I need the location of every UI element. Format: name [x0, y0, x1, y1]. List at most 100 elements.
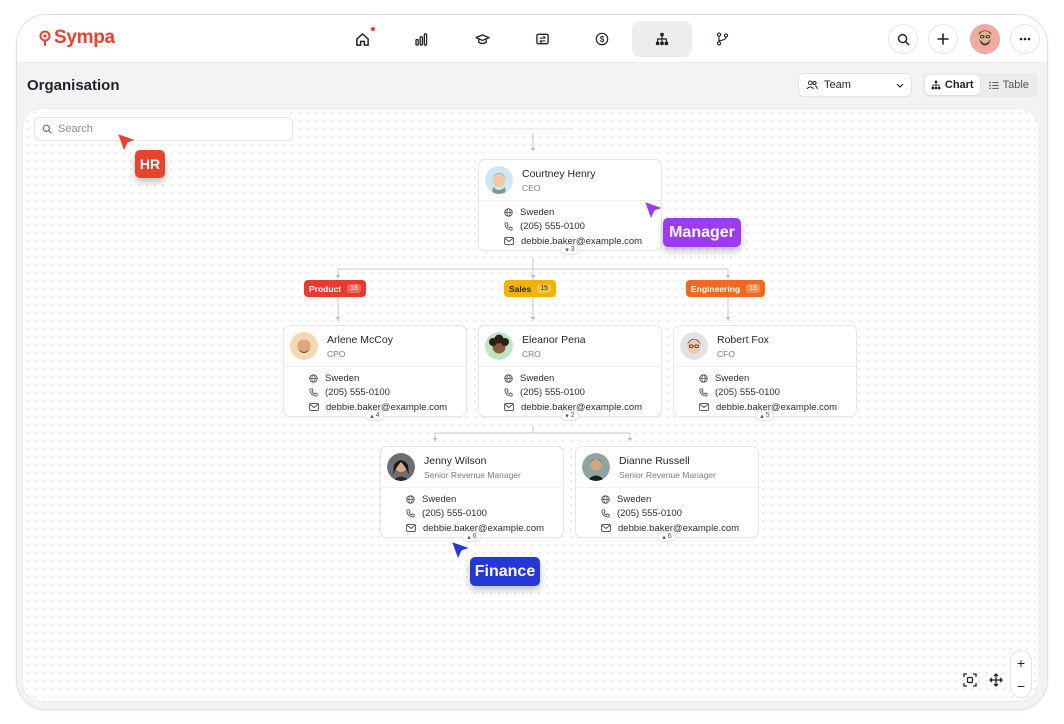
user-avatar[interactable]	[970, 24, 1000, 54]
org-chart-icon	[931, 80, 941, 90]
department-count: 15	[347, 284, 361, 293]
department-product[interactable]: Product 15	[304, 280, 366, 297]
person-phone: (205) 555-0100	[422, 508, 487, 520]
list-icon	[988, 81, 999, 89]
phone-icon	[309, 388, 318, 397]
person-name: Courtney Henry	[522, 167, 596, 180]
person-role: CPO	[327, 348, 346, 359]
nav-organisation[interactable]	[632, 21, 692, 57]
person-card-cfo[interactable]: Robert Fox CFO Sweden (205) 555-0100 deb…	[673, 325, 857, 421]
phone-icon	[406, 509, 415, 518]
direct-reports-count: 5	[765, 412, 770, 419]
app-window: Sympa $ Organisation Team Chart Table Se…	[16, 14, 1048, 710]
table-view-button[interactable]: Table	[982, 75, 1037, 95]
globe-icon	[699, 374, 708, 383]
page-title: Organisation	[27, 77, 120, 94]
git-branch-icon	[716, 32, 728, 46]
globe-icon	[406, 495, 415, 504]
avatar	[387, 453, 415, 481]
chevron-up-icon: ▴	[370, 412, 374, 420]
direct-reports-toggle[interactable]: ▾ 2	[560, 410, 580, 421]
direct-reports-toggle[interactable]: ▴ 4	[365, 410, 385, 421]
person-role: Senior Revenue Manager	[619, 469, 716, 480]
pan-button[interactable]	[987, 671, 1005, 689]
nav-learning[interactable]	[452, 21, 512, 57]
more-options-button[interactable]	[1010, 24, 1040, 54]
person-name: Eleanor Pena	[522, 333, 586, 346]
org-chart-icon	[655, 32, 669, 46]
department-engineering[interactable]: Engineering 15	[686, 280, 765, 297]
main-nav: $	[332, 21, 752, 57]
person-role: CFO	[717, 348, 735, 359]
person-name: Dianne Russell	[619, 454, 690, 467]
person-email[interactable]: debbie.baker@example.com	[423, 523, 544, 534]
person-card-ceo[interactable]: Courtney Henry CEO Sweden (205) 555-0100…	[478, 159, 662, 255]
person-phone: (205) 555-0100	[520, 387, 585, 399]
person-phone: (205) 555-0100	[325, 387, 390, 399]
zoom-out-button[interactable]: −	[1017, 678, 1025, 694]
add-button[interactable]	[928, 24, 958, 54]
nav-workflows[interactable]	[692, 21, 752, 57]
mail-icon	[406, 524, 416, 533]
nav-analytics[interactable]	[392, 21, 452, 57]
nav-transfers[interactable]	[512, 21, 572, 57]
nav-payroll[interactable]: $	[572, 21, 632, 57]
sympa-logo[interactable]: Sympa	[39, 27, 115, 49]
person-card-jenny-wilson[interactable]: Jenny Wilson Senior Revenue Manager Swed…	[380, 446, 564, 542]
avatar	[485, 332, 513, 360]
team-select[interactable]: Team	[798, 73, 912, 97]
person-role: Senior Revenue Manager	[424, 469, 521, 480]
person-email[interactable]: debbie.baker@example.com	[521, 236, 642, 247]
person-card-cro[interactable]: Eleanor Pena CRO Sweden (205) 555-0100 d…	[478, 325, 662, 421]
chevron-down-icon: ▾	[565, 246, 569, 254]
person-role: CRO	[522, 348, 541, 359]
finance-cursor-label: Finance	[470, 557, 540, 586]
mail-icon	[504, 237, 514, 246]
person-email[interactable]: debbie.baker@example.com	[618, 523, 739, 534]
table-view-label: Table	[1002, 79, 1029, 91]
direct-reports-toggle[interactable]: ▴ 6	[657, 531, 677, 542]
org-chart-canvas[interactable]: Search Courtney Henry CEO Sweden (205) 5…	[22, 108, 1039, 702]
person-phone: (205) 555-0100	[617, 508, 682, 520]
chevron-up-icon: ▴	[760, 412, 764, 420]
notification-dot	[371, 27, 375, 31]
department-sales[interactable]: Sales 15	[504, 280, 557, 297]
mail-icon	[699, 403, 709, 412]
avatar	[290, 332, 318, 360]
avatar	[485, 166, 513, 194]
person-country: Sweden	[520, 372, 555, 384]
phone-icon	[699, 388, 708, 397]
zoom-in-button[interactable]: +	[1017, 655, 1025, 671]
mail-icon	[309, 403, 319, 412]
person-country: Sweden	[715, 372, 750, 384]
department-count: 15	[537, 284, 552, 293]
department-count: 15	[746, 284, 760, 293]
users-icon	[806, 80, 818, 90]
avatar	[680, 332, 708, 360]
globe-icon	[309, 374, 318, 383]
globe-icon	[504, 374, 513, 383]
nav-home[interactable]	[332, 21, 392, 57]
department-label: Product	[309, 283, 342, 294]
phone-icon	[504, 388, 513, 397]
direct-reports-toggle[interactable]: ▾ 3	[560, 244, 580, 255]
direct-reports-count: 3	[570, 246, 575, 253]
chart-view-button[interactable]: Chart	[925, 75, 980, 95]
person-country: Sweden	[325, 372, 360, 384]
avatar	[582, 453, 610, 481]
person-email[interactable]: debbie.baker@example.com	[716, 402, 837, 413]
move-icon	[989, 673, 1003, 687]
person-card-dianne-russell[interactable]: Dianne Russell Senior Revenue Manager Sw…	[575, 446, 759, 542]
search-button[interactable]	[888, 24, 918, 54]
chevron-up-icon: ▴	[662, 533, 666, 541]
direct-reports-toggle[interactable]: ▴ 5	[755, 410, 775, 421]
person-email[interactable]: debbie.baker@example.com	[521, 402, 642, 413]
home-icon	[355, 32, 369, 46]
graduation-cap-icon	[474, 33, 490, 44]
manager-cursor-icon	[643, 200, 665, 221]
more-horizontal-icon	[1019, 37, 1031, 41]
person-card-cpo[interactable]: Arlene McCoy CPO Sweden (205) 555-0100 d…	[283, 325, 467, 421]
person-email[interactable]: debbie.baker@example.com	[326, 402, 447, 413]
fit-view-button[interactable]	[961, 671, 979, 689]
logo-pin-icon	[39, 30, 51, 46]
